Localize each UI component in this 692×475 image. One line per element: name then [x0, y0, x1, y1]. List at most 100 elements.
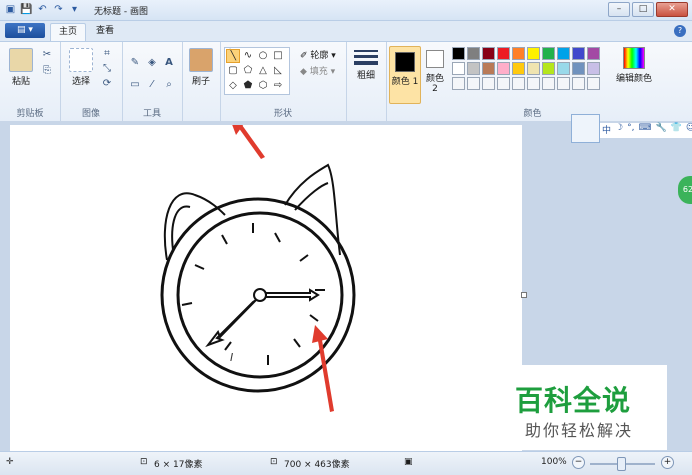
resize-icon[interactable]: ⤡	[100, 62, 114, 76]
palette-swatch[interactable]	[587, 47, 600, 60]
ime-tool-icon[interactable]: ☽	[615, 123, 623, 138]
palette-empty-swatch[interactable]	[497, 77, 510, 90]
rotate-icon[interactable]: ⟳	[100, 77, 114, 91]
canvas-size-icon: ⊡	[270, 457, 278, 467]
tools-group: ✎ ◈ A ▭ ⁄ ⌕ 工具	[122, 42, 183, 122]
palette-empty-swatch[interactable]	[467, 77, 480, 90]
ime-tool-icon[interactable]: 👕	[671, 123, 682, 138]
canvas-resize-handle[interactable]	[521, 292, 527, 298]
palette-swatch[interactable]	[557, 47, 570, 60]
palette-swatch[interactable]	[452, 62, 465, 75]
customize-qat-icon[interactable]: ▾	[68, 3, 81, 16]
rounded-rect-shape-icon[interactable]: ▢	[227, 65, 239, 77]
palette-swatch[interactable]	[542, 47, 555, 60]
undo-icon[interactable]: ↶	[36, 3, 49, 16]
redo-icon[interactable]: ↷	[52, 3, 65, 16]
side-badge-button[interactable]: 62	[678, 176, 692, 204]
palette-empty-swatch[interactable]	[557, 77, 570, 90]
palette-swatch[interactable]	[497, 62, 510, 75]
minimize-button[interactable]: –	[608, 2, 630, 17]
crop-icon[interactable]: ⌗	[100, 47, 114, 61]
brushes-button[interactable]: 刷子	[187, 48, 215, 87]
size-button[interactable]: 粗细	[352, 48, 380, 81]
fill-icon: ◆	[300, 67, 307, 77]
diamond-shape-icon[interactable]: ◇	[227, 80, 239, 92]
zoom-in-button[interactable]: +	[661, 456, 674, 469]
size-group: 粗细	[346, 42, 387, 122]
select-button[interactable]: 选择	[66, 48, 96, 87]
palette-empty-swatch[interactable]	[512, 77, 525, 90]
fill-bucket-icon[interactable]: ◈	[145, 56, 159, 70]
palette-empty-swatch[interactable]	[572, 77, 585, 90]
oval-shape-icon[interactable]: ○	[257, 50, 269, 62]
palette-empty-swatch[interactable]	[587, 77, 600, 90]
color2-button[interactable]: 颜色 2	[422, 50, 448, 94]
triangle-shape-icon[interactable]: △	[257, 65, 269, 77]
palette-swatch[interactable]	[557, 62, 570, 75]
status-bar: ✛ ⊡ 6 × 17像素 ⊡ 700 × 463像素 ▣ 100% − +	[0, 451, 692, 475]
ime-tool-icon[interactable]: 中	[602, 123, 611, 138]
drawing-canvas[interactable]: I	[10, 119, 527, 451]
palette-swatch[interactable]	[572, 47, 585, 60]
color1-swatch	[395, 52, 415, 72]
copy-icon[interactable]: ⎘	[40, 64, 54, 78]
palette-swatch[interactable]	[497, 47, 510, 60]
palette-swatch[interactable]	[467, 47, 480, 60]
ime-avatar-icon[interactable]	[571, 114, 600, 143]
line-shape-icon[interactable]: ╲	[226, 49, 240, 63]
palette-empty-swatch[interactable]	[527, 77, 540, 90]
paint-app-icon[interactable]: ▣	[4, 3, 17, 16]
ime-tool-icon[interactable]: 🔧	[655, 123, 666, 138]
palette-swatch[interactable]	[482, 47, 495, 60]
fill-label: 填充 ▾	[309, 67, 336, 77]
fill-dropdown[interactable]: ◆ 填充 ▾	[300, 64, 335, 77]
color1-button[interactable]: 颜色 1	[389, 46, 421, 104]
tab-home[interactable]: 主页	[50, 23, 87, 41]
polygon-shape-icon[interactable]: ⬠	[242, 65, 254, 77]
help-icon[interactable]: ?	[674, 25, 686, 37]
palette-swatch[interactable]	[467, 62, 480, 75]
text-tool-icon[interactable]: A	[162, 56, 176, 70]
curve-shape-icon[interactable]: ∿	[242, 50, 254, 62]
image-group-label: 图像	[81, 109, 100, 119]
maximize-button[interactable]: □	[632, 2, 654, 17]
right-triangle-shape-icon[interactable]: ◺	[272, 65, 284, 77]
palette-swatch[interactable]	[512, 47, 525, 60]
edit-colors-button[interactable]: 编辑颜色	[614, 47, 654, 84]
pentagon-shape-icon[interactable]: ⬟	[242, 80, 254, 92]
tab-view[interactable]: 查看	[88, 23, 122, 40]
outline-dropdown[interactable]: ✐ 轮廓 ▾	[300, 48, 336, 61]
ime-tool-icon[interactable]: ⌨	[638, 123, 651, 138]
palette-empty-swatch[interactable]	[542, 77, 555, 90]
palette-swatch[interactable]	[587, 62, 600, 75]
ime-toolbar-icons: 中 ☽ °, ⌨ 🔧 👕 ☺	[600, 123, 692, 138]
hexagon-shape-icon[interactable]: ⬡	[257, 80, 269, 92]
outline-icon: ✐	[300, 51, 308, 61]
color-palette	[452, 47, 612, 97]
line-width-icon	[354, 50, 378, 65]
magnifier-icon[interactable]: ⌕	[162, 78, 176, 92]
save-icon[interactable]: 💾	[20, 3, 33, 16]
zoom-slider-thumb[interactable]	[617, 457, 626, 471]
palette-empty-swatch[interactable]	[482, 77, 495, 90]
color-picker-icon[interactable]: ⁄	[145, 78, 159, 92]
palette-swatch[interactable]	[482, 62, 495, 75]
palette-swatch[interactable]	[512, 62, 525, 75]
palette-swatch[interactable]	[452, 47, 465, 60]
ime-tool-icon[interactable]: °,	[627, 123, 634, 138]
pencil-icon[interactable]: ✎	[128, 56, 142, 70]
paste-button[interactable]: 粘贴	[6, 48, 36, 87]
arrow-shape-icon[interactable]: ⇨	[272, 80, 284, 92]
palette-empty-swatch[interactable]	[452, 77, 465, 90]
close-button[interactable]: ✕	[656, 2, 688, 17]
file-menu-button[interactable]: ▤ ▾	[5, 23, 45, 38]
palette-swatch[interactable]	[527, 62, 540, 75]
cut-icon[interactable]: ✂	[40, 48, 54, 62]
eraser-icon[interactable]: ▭	[128, 78, 142, 92]
ime-tool-icon[interactable]: ☺	[686, 123, 692, 138]
palette-swatch[interactable]	[527, 47, 540, 60]
palette-swatch[interactable]	[572, 62, 585, 75]
zoom-out-button[interactable]: −	[572, 456, 585, 469]
rectangle-shape-icon[interactable]: □	[272, 50, 284, 62]
palette-swatch[interactable]	[542, 62, 555, 75]
